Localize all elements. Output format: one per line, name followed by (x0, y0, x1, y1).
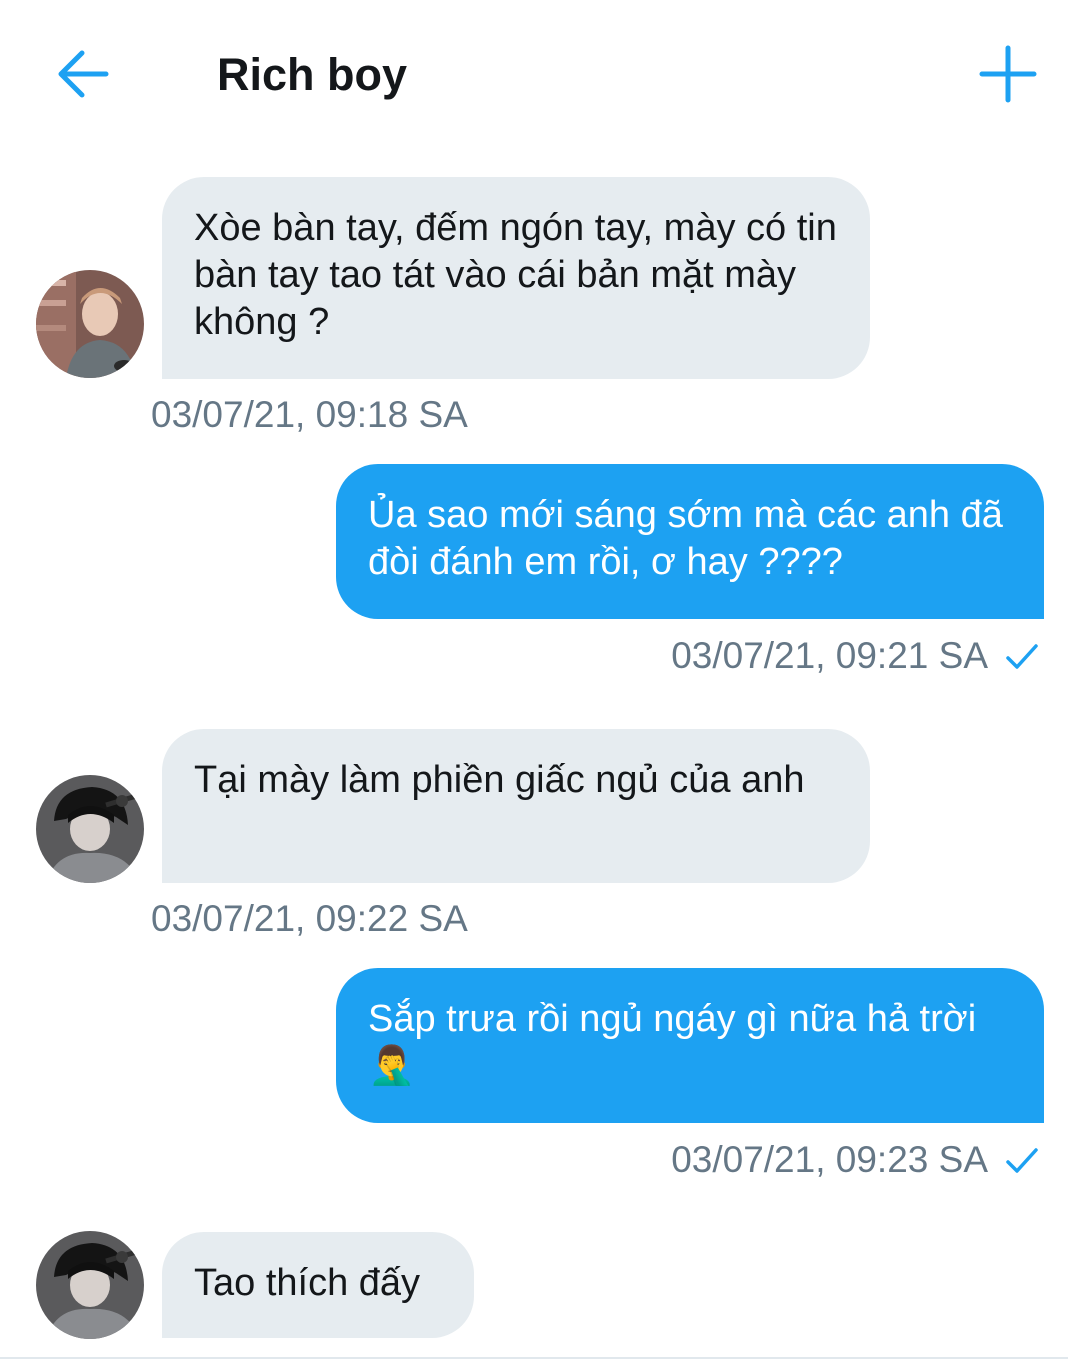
message-bubble-outgoing[interactable]: Ủa sao mới sáng sớm mà các anh đã đòi đá… (336, 464, 1044, 619)
back-button[interactable] (52, 44, 116, 104)
message-timestamp: 03/07/21, 09:18 SA (151, 394, 468, 435)
checkmark-icon (1006, 644, 1038, 669)
avatar[interactable] (36, 1231, 144, 1339)
message-text: Xòe bàn tay, đếm ngón tay, mày có tin bà… (194, 207, 837, 343)
divider (0, 1357, 1068, 1359)
message-text: Ủa sao mới sáng sớm mà các anh đã đòi đá… (368, 494, 1003, 583)
profile-photo (36, 775, 144, 883)
message-timestamp: 03/07/21, 09:23 SA (671, 1139, 988, 1180)
message-timestamp: 03/07/21, 09:22 SA (151, 898, 468, 939)
profile-photo (36, 1231, 144, 1339)
message-bubble-incoming[interactable]: Tại mày làm phiền giấc ngủ của anh (162, 729, 870, 883)
profile-photo (36, 270, 144, 378)
add-button[interactable] (976, 42, 1040, 106)
message-text: Tại mày làm phiền giấc ngủ của anh (194, 759, 805, 801)
message-bubble-outgoing[interactable]: Sắp trưa rồi ngủ ngáy gì nữa hả trời🤦‍♂️ (336, 968, 1044, 1123)
message-bubble-incoming[interactable]: Tao thích đấy (162, 1232, 474, 1338)
conversation-title: Rich boy (217, 49, 408, 100)
avatar[interactable] (36, 270, 144, 378)
message-bubble-incoming[interactable]: Xòe bàn tay, đếm ngón tay, mày có tin bà… (162, 177, 870, 379)
message-timestamp: 03/07/21, 09:21 SA (671, 635, 988, 676)
chat-header: Rich boy (0, 0, 1068, 150)
plus-icon (979, 45, 1037, 103)
checkmark-icon (1006, 1148, 1038, 1173)
avatar[interactable] (36, 775, 144, 883)
arrow-left-icon (58, 50, 109, 98)
message-text: Sắp trưa rồi ngủ ngáy gì nữa hả trời🤦‍♂️ (368, 998, 977, 1087)
message-text: Tao thích đấy (194, 1262, 421, 1304)
